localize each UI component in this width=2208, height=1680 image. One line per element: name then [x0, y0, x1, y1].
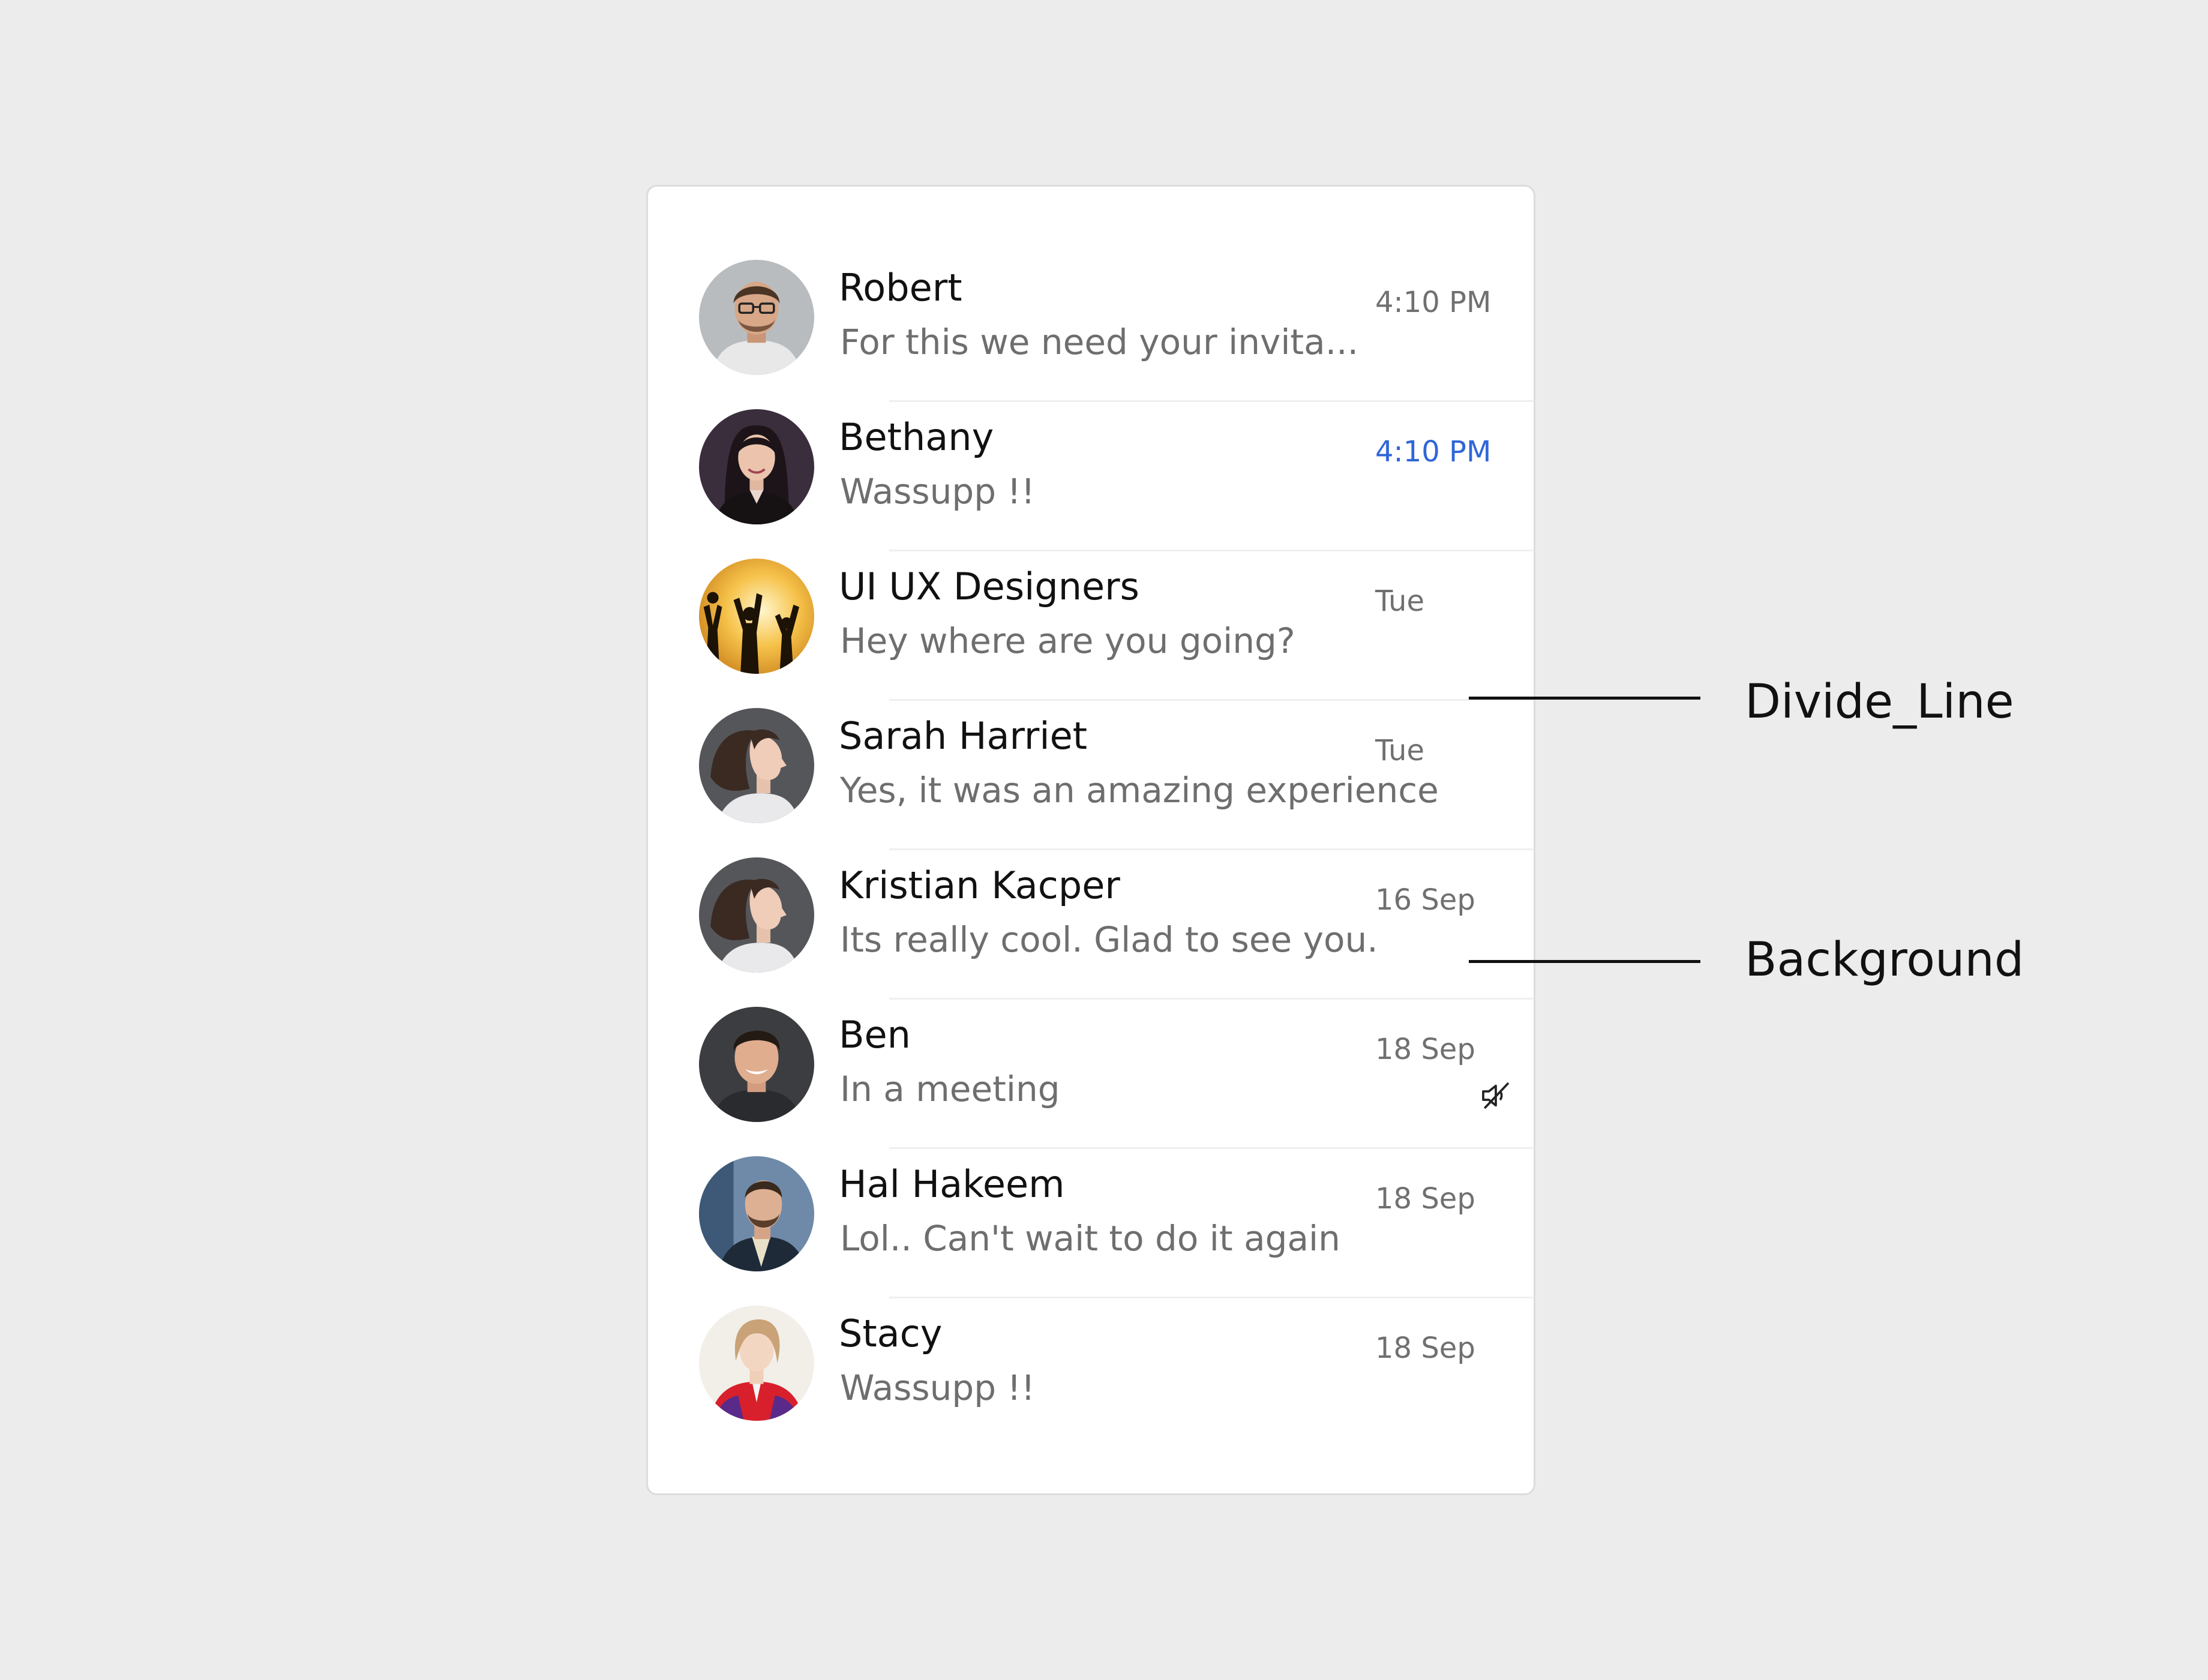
chat-list-item[interactable]: Hal Hakeem Lol.. Can't wait to do it aga…	[699, 1156, 1533, 1306]
divide-line	[889, 1147, 1533, 1149]
avatar-hal-hakeem[interactable]	[699, 1156, 814, 1271]
divide-line	[889, 998, 1533, 1000]
message-preview: Wassupp !!	[840, 1367, 1035, 1408]
message-time: 4:10 PM	[1375, 435, 1492, 469]
background-callout-leader	[1469, 960, 1700, 963]
contact-name: Sarah Harriet	[839, 714, 1088, 758]
divide-line-callout-label: Divide_Line	[1745, 675, 2014, 729]
message-preview: Wassupp !!	[840, 471, 1035, 512]
divide-line-callout-leader	[1469, 697, 1700, 700]
message-preview: Hey where are you going?	[840, 620, 1295, 661]
contact-name: Ben	[839, 1013, 911, 1057]
person-avatar-icon	[699, 1306, 814, 1421]
divide-line	[889, 550, 1533, 551]
message-time: 18 Sep	[1375, 1331, 1475, 1365]
message-preview: Yes, it was an amazing experience	[840, 770, 1439, 811]
contact-name: Bethany	[839, 415, 994, 459]
divide-line	[889, 1297, 1533, 1298]
group-avatar-icon	[699, 559, 814, 674]
person-avatar-icon	[699, 409, 814, 524]
chat-list-item[interactable]: Bethany Wassupp !! 4:10 PM	[699, 409, 1533, 559]
message-time: 18 Sep	[1375, 1033, 1475, 1066]
avatar-stacy[interactable]	[699, 1306, 814, 1421]
chat-list-item[interactable]: UI UX Designers Hey where are you going?…	[699, 559, 1533, 708]
chat-list-item[interactable]: Sarah Harriet Yes, it was an amazing exp…	[699, 708, 1533, 857]
background-callout-label: Background	[1745, 933, 2024, 987]
group-name: UI UX Designers	[839, 565, 1139, 608]
message-time: Tue	[1375, 584, 1424, 618]
message-preview: For this we need your invita...	[840, 322, 1359, 362]
message-time: 18 Sep	[1375, 1182, 1475, 1216]
avatar-ui-ux-designers[interactable]	[699, 559, 814, 674]
avatar-kristian-kacper[interactable]	[699, 857, 814, 973]
avatar-sarah-harriet[interactable]	[699, 708, 814, 823]
divide-line	[889, 699, 1533, 701]
message-preview: In a meeting	[840, 1069, 1060, 1109]
message-preview: Lol.. Can't wait to do it again	[840, 1218, 1340, 1259]
avatar-robert[interactable]	[699, 260, 814, 375]
person-avatar-icon	[699, 708, 814, 823]
message-time: 4:10 PM	[1375, 286, 1492, 319]
avatar-ben[interactable]	[699, 1007, 814, 1122]
chat-list-item[interactable]: Kristian Kacper Its really cool. Glad to…	[699, 857, 1533, 1007]
person-avatar-icon	[699, 1007, 814, 1122]
message-time: Tue	[1375, 734, 1424, 767]
chat-list-item[interactable]: Stacy Wassupp !! 18 Sep	[699, 1306, 1533, 1455]
person-avatar-icon	[699, 857, 814, 973]
contact-name: Robert	[839, 266, 962, 310]
divide-line	[889, 400, 1533, 402]
chat-list-item[interactable]: Ben In a meeting 18 Sep	[699, 1007, 1533, 1156]
chat-list-item[interactable]: Robert For this we need your invita... 4…	[699, 260, 1533, 409]
contact-name: Kristian Kacper	[839, 863, 1120, 907]
chat-list-card: Robert For this we need your invita... 4…	[646, 185, 1535, 1495]
person-avatar-icon	[699, 1156, 814, 1271]
message-preview: Its really cool. Glad to see you.	[840, 919, 1378, 960]
divide-line	[889, 848, 1533, 850]
message-time: 16 Sep	[1375, 883, 1475, 917]
person-avatar-icon	[699, 260, 814, 375]
avatar-bethany[interactable]	[699, 409, 814, 524]
muted-speaker-icon	[1482, 1082, 1510, 1109]
contact-name: Hal Hakeem	[839, 1162, 1065, 1206]
contact-name: Stacy	[839, 1312, 943, 1355]
